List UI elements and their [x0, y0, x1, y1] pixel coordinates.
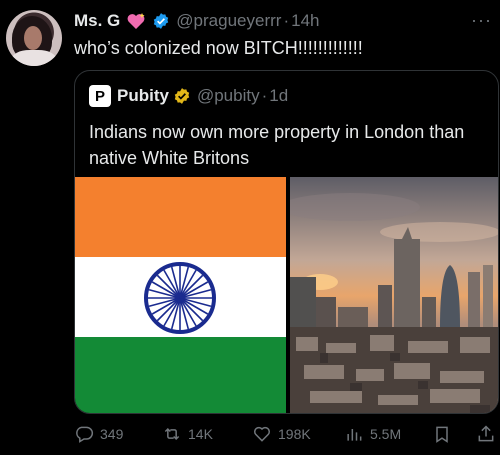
avatar-body [12, 50, 56, 66]
quoted-avatar[interactable]: P [89, 85, 111, 107]
retweet-icon [164, 427, 180, 441]
more-icon[interactable]: ··· [471, 10, 492, 31]
separator-dot: · [261, 86, 268, 105]
london-skyline-image[interactable] [290, 177, 498, 413]
avatar[interactable] [6, 10, 62, 66]
avatar-face [24, 26, 42, 50]
verified-badge-icon [152, 12, 170, 30]
quoted-media[interactable] [75, 177, 498, 413]
reply-count: 349 [100, 426, 124, 442]
tweet-time[interactable]: 14h [291, 10, 319, 32]
india-flag-image[interactable] [75, 177, 286, 413]
like-button[interactable]: 198K [252, 424, 311, 444]
reply-button[interactable]: 349 [74, 424, 123, 444]
share-icon [478, 425, 494, 442]
verified-badge-icon [173, 87, 191, 105]
quoted-author-name[interactable]: Pubity [117, 86, 169, 106]
quoted-time[interactable]: 1d [269, 86, 288, 106]
heart-icon [254, 426, 270, 442]
quoted-header: P Pubity @pubity · 1d [89, 85, 288, 107]
quoted-author-handle[interactable]: @pubity [197, 86, 260, 106]
sparkling-heart-icon [126, 12, 146, 30]
reply-icon [76, 426, 94, 443]
skyline-drawing [290, 177, 498, 413]
tweet-header: Ms. G @pragueyerrr · 14h [74, 10, 319, 32]
tweet-text: who’s colonized now BITCH!!!!!!!!!!!!! [74, 38, 363, 58]
separator-dot: · [283, 11, 290, 30]
quoted-tweet[interactable]: P Pubity @pubity · 1d Indians now own mo… [74, 70, 499, 414]
flag-saffron-band [75, 177, 286, 257]
views-button[interactable]: 5.5M [344, 424, 401, 444]
ashoka-chakra-icon [144, 262, 216, 334]
action-bar: 349 14K 198K 5.5M [74, 420, 500, 450]
retweet-button[interactable]: 14K [162, 424, 213, 444]
like-count: 198K [278, 426, 311, 442]
flag-green-band [75, 337, 286, 413]
retweet-count: 14K [188, 426, 213, 442]
views-count: 5.5M [370, 426, 402, 442]
author-name[interactable]: Ms. G [74, 10, 120, 32]
bookmark-icon [436, 426, 448, 443]
views-icon [347, 429, 362, 441]
quoted-text: Indians now own more property in London … [89, 122, 465, 168]
bookmark-button[interactable] [432, 424, 458, 444]
tweet[interactable]: Ms. G @pragueyerrr · 14h ··· who’s colon… [0, 0, 500, 455]
share-button[interactable] [476, 424, 500, 444]
author-handle[interactable]: @pragueyerrr [176, 10, 281, 32]
